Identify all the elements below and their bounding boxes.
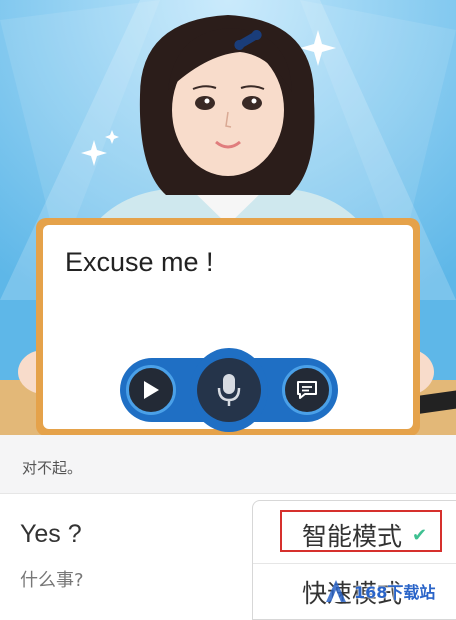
watermark-text: 168下载站 [354, 583, 436, 602]
playback-controls [118, 348, 340, 432]
board-sentence: Excuse me ! [65, 247, 214, 277]
microphone-button[interactable] [190, 348, 268, 432]
chat-button[interactable] [282, 365, 332, 415]
reply-english[interactable]: Yes ? [20, 520, 82, 549]
divider [0, 493, 456, 494]
chat-bubble-icon [297, 381, 317, 399]
avatar-stage: Excuse me ! [0, 0, 456, 435]
translation-text: 对不起。 [22, 459, 83, 477]
selection-highlight [280, 510, 442, 552]
microphone-icon [217, 374, 241, 406]
play-button[interactable] [126, 365, 176, 415]
watermark-logo-icon [326, 580, 346, 602]
watermark: 168下载站 [322, 570, 452, 612]
play-icon [144, 381, 159, 399]
translation-caption: 对不起。 [0, 435, 456, 493]
reply-chinese: 什么事? [20, 570, 84, 591]
